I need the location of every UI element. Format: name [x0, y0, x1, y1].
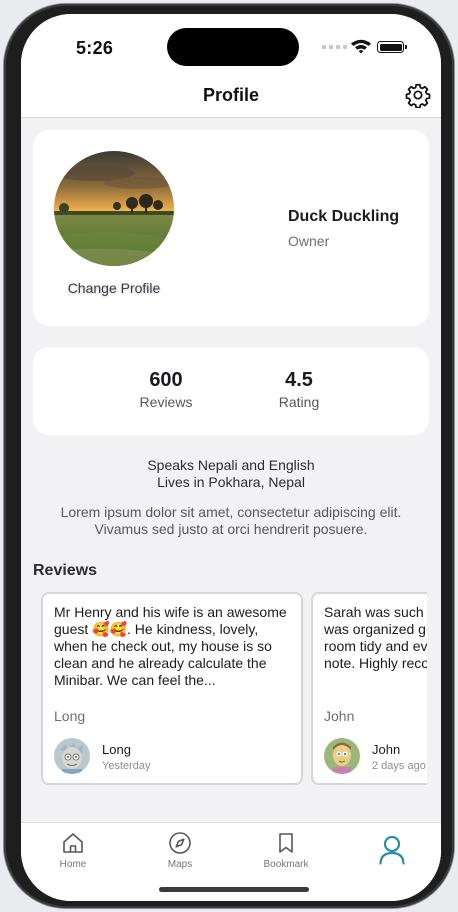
tab-label: Home [59, 859, 87, 870]
battery-icon [377, 41, 407, 53]
review-time: 2 days ago [372, 760, 426, 772]
stats-card: 600 Reviews 4.5 Rating [33, 347, 429, 435]
tab-home[interactable]: Home [33, 831, 113, 870]
review-time: Yesterday [102, 760, 151, 772]
tab-maps[interactable]: Maps [140, 831, 220, 870]
reviewer-avatar [54, 738, 90, 774]
languages-text: Speaks Nepali and English [147, 457, 315, 473]
review-text: Mr Henry and his wife is an awesome gues… [54, 604, 287, 688]
compass-icon [169, 832, 191, 854]
profile-card: Change Profile Duck Duckling Owner [33, 130, 429, 326]
owner-role: Owner [288, 233, 330, 249]
tab-label: Maps [167, 859, 193, 870]
review-signature: John [324, 708, 355, 724]
tab-profile[interactable] [352, 835, 432, 869]
stat-reviews: 600 Reviews [116, 369, 216, 410]
tab-label: Bookmark [263, 859, 309, 870]
stat-label: Reviews [139, 394, 193, 410]
review-text: Sarah was such a great guest. She was or… [324, 604, 427, 671]
stat-value: 4.5 [285, 369, 313, 391]
status-time: 5:26 [76, 38, 114, 58]
stat-rating: 4.5 Rating [249, 369, 349, 410]
reviewer-name: John [372, 742, 401, 757]
tab-bookmark[interactable]: Bookmark [246, 831, 326, 870]
home-icon [63, 833, 83, 853]
review-signature: Long [54, 708, 86, 724]
reviews-heading: Reviews [33, 562, 98, 579]
reviewer-avatar [324, 738, 360, 774]
review-card[interactable]: Mr Henry and his wife is an awesome gues… [41, 592, 303, 785]
location-text: Lives in Pokhara, Nepal [157, 474, 305, 490]
page-title: Profile [202, 85, 259, 105]
signal-icon [322, 45, 347, 49]
wifi-icon [351, 39, 371, 54]
phone-frame: 5:26 Profile Change Profile Duck Ducklin… [4, 4, 454, 908]
gear-icon[interactable] [405, 82, 431, 108]
home-indicator [159, 887, 309, 892]
profile-icon [379, 835, 405, 865]
profile-photo[interactable] [54, 151, 174, 266]
stat-value: 600 [149, 369, 183, 391]
status-bar: 5:26 [21, 14, 441, 76]
reviewer-name: Long [102, 742, 131, 757]
bookmark-icon [279, 833, 293, 853]
reviews-carousel[interactable]: Mr Henry and his wife is an awesome gues… [41, 592, 427, 787]
bio-text: Lorem ipsum dolor sit amet, consectetur … [60, 504, 402, 537]
change-profile-button[interactable]: Change Profile [33, 280, 195, 296]
screen: 5:26 Profile Change Profile Duck Ducklin… [21, 14, 441, 901]
tab-bar: Home Maps Bookmark [21, 822, 441, 901]
review-card[interactable]: Sarah was such a great guest. She was or… [311, 592, 427, 785]
stat-label: Rating [278, 394, 320, 410]
owner-name: Duck Duckling [288, 208, 400, 225]
navigation-header: Profile [21, 76, 441, 118]
dynamic-island [167, 28, 299, 66]
